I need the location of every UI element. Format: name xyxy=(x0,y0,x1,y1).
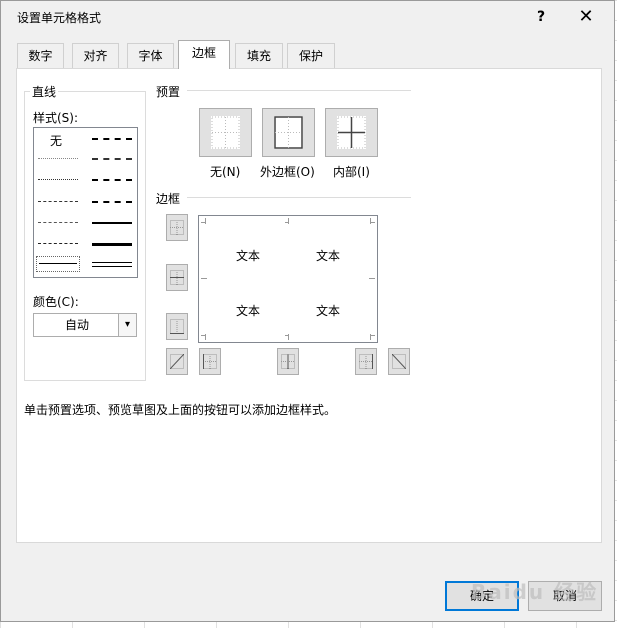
style-label: 样式(S): xyxy=(33,111,79,125)
line-style-medium-dash-dot-dot[interactable] xyxy=(92,138,132,140)
close-button[interactable]: ✕ xyxy=(571,5,601,29)
baidu-watermark: Baidu 经验 xyxy=(471,580,599,604)
line-style-dashed[interactable] xyxy=(38,243,78,244)
border-left-button[interactable] xyxy=(199,348,221,375)
line-group-label: 直线 xyxy=(30,83,59,100)
line-style-dash-dot[interactable] xyxy=(38,222,78,223)
border-bottom-icon xyxy=(170,319,184,334)
chevron-down-icon[interactable]: ▾ xyxy=(118,314,136,336)
line-style-thin-selected[interactable] xyxy=(36,256,80,272)
preset-outline-label: 外边框(O) xyxy=(260,165,315,179)
border-middle-horizontal-button[interactable] xyxy=(166,264,188,291)
diagonal-down-icon xyxy=(392,354,406,369)
border-inside-vertical-icon xyxy=(281,354,295,369)
line-style-medium[interactable] xyxy=(92,222,132,224)
tab-border[interactable]: 边框 xyxy=(178,40,230,69)
tab-protection[interactable]: 保护 xyxy=(287,43,335,68)
line-style-list[interactable]: 无 xyxy=(33,127,138,278)
line-style-dash-dot-dot[interactable] xyxy=(38,201,78,202)
tab-number[interactable]: 数字 xyxy=(17,43,64,68)
hint-text: 单击预置选项、预览草图及上面的按钮可以添加边框样式。 xyxy=(24,403,337,417)
line-style-medium-dash-dot[interactable] xyxy=(92,179,132,181)
help-button[interactable]: ? xyxy=(526,5,556,29)
line-style-medium-dashed[interactable] xyxy=(92,201,132,203)
border-right-icon xyxy=(359,354,373,369)
border-left-icon xyxy=(203,354,217,369)
dialog-title: 设置单元格格式 xyxy=(17,11,102,25)
preset-none-label: 无(N) xyxy=(210,165,241,179)
presets-divider xyxy=(187,90,411,91)
presets-label: 预置 xyxy=(156,85,181,99)
preset-none-button[interactable] xyxy=(199,108,252,157)
border-preview[interactable]: 文本 文本 文本 文本 xyxy=(198,215,378,343)
diagonal-up-icon xyxy=(170,354,184,369)
format-cells-dialog: 设置单元格格式 ? ✕ 数字 对齐 字体 边框 填充 保护 直线 样式(S): … xyxy=(0,0,615,622)
preview-text-top-left: 文本 xyxy=(236,249,261,263)
preset-inside-label: 内部(I) xyxy=(333,165,370,179)
preset-outline-button[interactable] xyxy=(262,108,315,157)
tab-alignment[interactable]: 对齐 xyxy=(72,43,119,68)
border-inside-horizontal-icon xyxy=(170,270,184,285)
border-middle-vertical-button[interactable] xyxy=(277,348,299,375)
line-style-none[interactable]: 无 xyxy=(50,132,62,149)
tab-fill[interactable]: 填充 xyxy=(235,43,283,68)
preset-inside-icon xyxy=(337,116,366,149)
border-label: 边框 xyxy=(156,192,181,206)
line-style-slanted-dash-dot[interactable] xyxy=(92,158,132,160)
border-right-button[interactable] xyxy=(355,348,377,375)
preset-outline-icon xyxy=(274,116,303,149)
color-select[interactable]: 自动 ▾ xyxy=(33,313,137,337)
border-bottom-button[interactable] xyxy=(166,313,188,340)
border-top-icon xyxy=(170,220,184,235)
color-label: 颜色(C): xyxy=(33,295,79,309)
preview-text-bottom-right: 文本 xyxy=(316,304,341,318)
preview-text-bottom-left: 文本 xyxy=(236,304,261,318)
border-diagonal-down-button[interactable] xyxy=(388,348,410,375)
preset-inside-button[interactable] xyxy=(325,108,378,157)
line-style-dotted[interactable] xyxy=(38,179,78,180)
tab-font[interactable]: 字体 xyxy=(127,43,174,68)
preview-text-top-right: 文本 xyxy=(316,249,341,263)
line-style-thick[interactable] xyxy=(92,243,132,246)
line-style-hair[interactable] xyxy=(38,158,78,159)
preset-none-icon xyxy=(211,116,240,149)
line-style-double[interactable] xyxy=(92,262,132,267)
color-value: 自动 xyxy=(64,318,89,332)
border-top-button[interactable] xyxy=(166,214,188,241)
border-diagonal-up-button[interactable] xyxy=(166,348,188,375)
border-divider xyxy=(187,197,411,198)
